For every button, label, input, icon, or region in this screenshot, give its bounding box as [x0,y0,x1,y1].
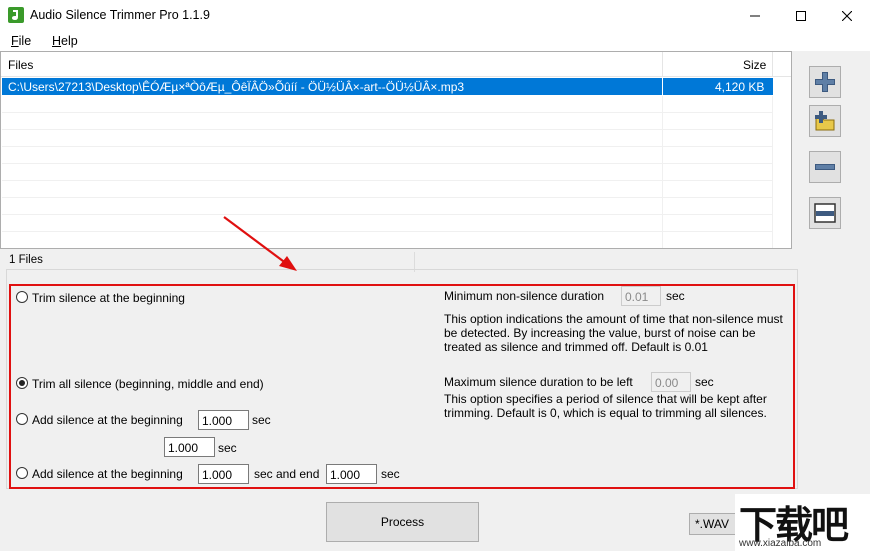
annotation-arrow [223,216,297,271]
